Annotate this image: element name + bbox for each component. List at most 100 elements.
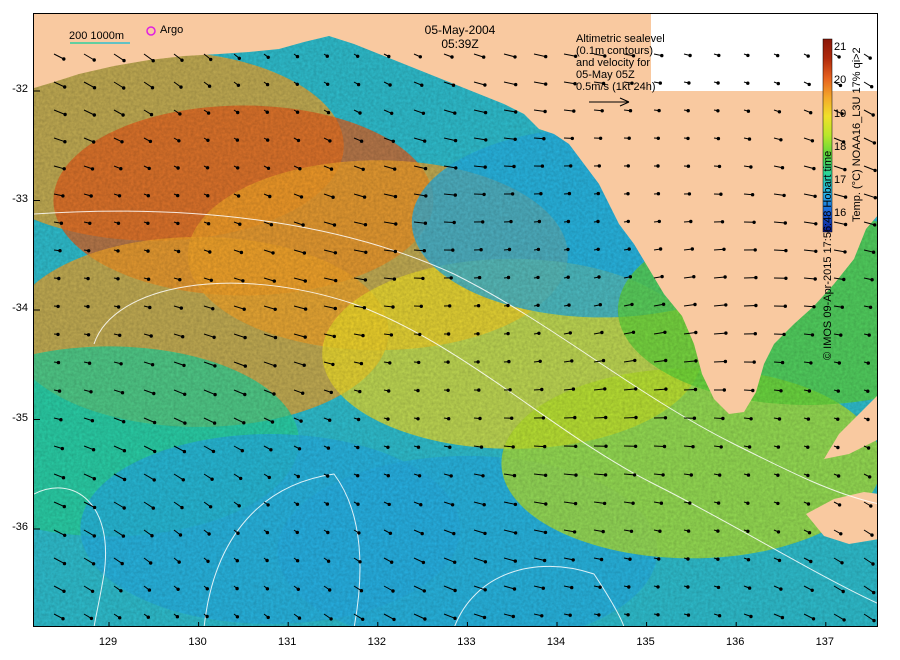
velocity-arrow-head — [479, 248, 483, 252]
velocity-arrow-head — [90, 419, 95, 423]
velocity-arrow-head — [87, 249, 91, 253]
velocity-arrow-head — [326, 446, 331, 450]
velocity-arrow-head — [296, 587, 300, 591]
velocity-arrow-head — [119, 589, 123, 593]
velocity-arrow-head — [506, 275, 511, 280]
velocity-arrow-head — [334, 278, 338, 283]
velocity-arrow-head — [386, 417, 390, 421]
velocity-arrow-head — [86, 276, 90, 281]
velocity-arrow-head — [747, 445, 752, 449]
velocity-arrow-head — [61, 194, 65, 198]
velocity-arrow-head — [658, 529, 662, 533]
velocity-arrow-head — [686, 557, 690, 561]
velocity-arrow-head — [266, 138, 270, 142]
sst-map[interactable] — [33, 13, 878, 627]
x-tick-label: 136 — [726, 636, 745, 648]
velocity-arrow-head — [596, 191, 600, 196]
velocity-arrow-head — [152, 420, 157, 425]
velocity-arrow-head — [453, 616, 457, 620]
velocity-arrow-head — [181, 478, 186, 482]
velocity-arrow-head — [484, 138, 488, 142]
velocity-arrow-head — [871, 562, 875, 566]
velocity-arrow-head — [478, 416, 482, 421]
velocity-arrow-head — [421, 276, 425, 281]
velocity-arrow-head — [299, 419, 303, 423]
velocity-arrow-head — [601, 529, 605, 534]
velocity-arrow-head — [776, 473, 780, 477]
velocity-arrow-head — [176, 193, 180, 198]
x-tick-label: 132 — [367, 636, 386, 648]
velocity-arrow-head — [720, 220, 725, 224]
velocity-arrow-head — [358, 560, 362, 564]
legend-note: Altimetric sealevel (0.1m contours) and … — [576, 33, 665, 93]
velocity-arrow-head — [363, 223, 368, 227]
velocity-arrow-head — [211, 449, 216, 454]
velocity-arrow-head — [273, 364, 277, 368]
velocity-arrow-head — [325, 54, 329, 58]
velocity-arrow-head — [206, 194, 210, 198]
velocity-arrow-head — [746, 558, 751, 562]
velocity-arrow-head — [686, 164, 691, 168]
velocity-arrow-head — [754, 303, 758, 308]
velocity-arrow-head — [452, 531, 456, 536]
velocity-arrow-head — [779, 138, 783, 142]
velocity-arrow-head — [452, 220, 456, 225]
velocity-arrow-head — [688, 501, 692, 505]
velocity-arrow-head — [872, 618, 876, 623]
velocity-arrow-head — [692, 275, 696, 279]
velocity-arrow-head — [600, 330, 604, 335]
velocity-arrow-head — [814, 249, 818, 254]
velocity-arrow-head — [446, 388, 450, 392]
velocity-arrow-head — [867, 333, 871, 337]
velocity-arrow-head — [481, 220, 485, 224]
velocity-arrow-head — [780, 615, 785, 620]
velocity-arrow-head — [176, 166, 180, 170]
velocity-arrow-head — [780, 360, 785, 365]
velocity-arrow-head — [122, 477, 127, 482]
velocity-arrow-head — [213, 392, 217, 397]
x-tick-label: 134 — [546, 636, 566, 648]
velocity-arrow — [623, 417, 637, 419]
velocity-arrow-head — [686, 613, 691, 617]
velocity-arrow-head — [483, 588, 487, 592]
velocity-arrow-head — [116, 305, 121, 309]
velocity-arrow-head — [628, 275, 633, 279]
velocity-arrow-head — [866, 361, 870, 365]
velocity-arrow-head — [269, 223, 274, 227]
velocity-arrow-head — [753, 248, 757, 252]
velocity-arrow-head — [718, 473, 722, 477]
velocity-arrow-head — [120, 140, 124, 144]
velocity-arrow-head — [866, 446, 871, 450]
velocity-arrow-head — [271, 251, 275, 255]
velocity-arrow-head — [842, 618, 846, 622]
velocity-arrow-head — [542, 558, 547, 563]
velocity-arrow-head — [362, 195, 367, 199]
velocity-arrow-head — [448, 445, 452, 449]
velocity-arrow-head — [266, 615, 270, 620]
x-tick-label: 137 — [815, 636, 834, 648]
velocity-arrow-head — [62, 561, 67, 566]
velocity-arrow-head — [236, 531, 240, 535]
velocity-arrow-head — [176, 221, 180, 226]
velocity-arrow-head — [658, 247, 663, 251]
x-tick-label: 131 — [278, 636, 297, 648]
velocity-arrow-head — [572, 530, 577, 534]
velocity-arrow-head — [176, 587, 180, 591]
velocity-arrow-head — [570, 136, 574, 141]
velocity-arrow-head — [510, 192, 515, 196]
velocity-arrow-head — [746, 501, 750, 505]
velocity-arrow-head — [719, 445, 723, 449]
velocity-arrow-head — [331, 362, 335, 367]
velocity-arrow-head — [419, 304, 423, 308]
velocity-arrow-head — [508, 388, 512, 392]
velocity-arrow-head — [776, 530, 781, 534]
velocity-arrow-head — [180, 58, 184, 62]
velocity-arrow-head — [183, 392, 187, 396]
velocity-arrow-head — [870, 533, 874, 537]
velocity-arrow-head — [60, 446, 64, 451]
velocity-arrow-head — [568, 331, 572, 335]
velocity-arrow-head — [205, 587, 210, 591]
velocity-arrow-head — [118, 616, 122, 620]
velocity-arrow-head — [391, 305, 395, 309]
velocity-arrow-head — [779, 389, 783, 393]
